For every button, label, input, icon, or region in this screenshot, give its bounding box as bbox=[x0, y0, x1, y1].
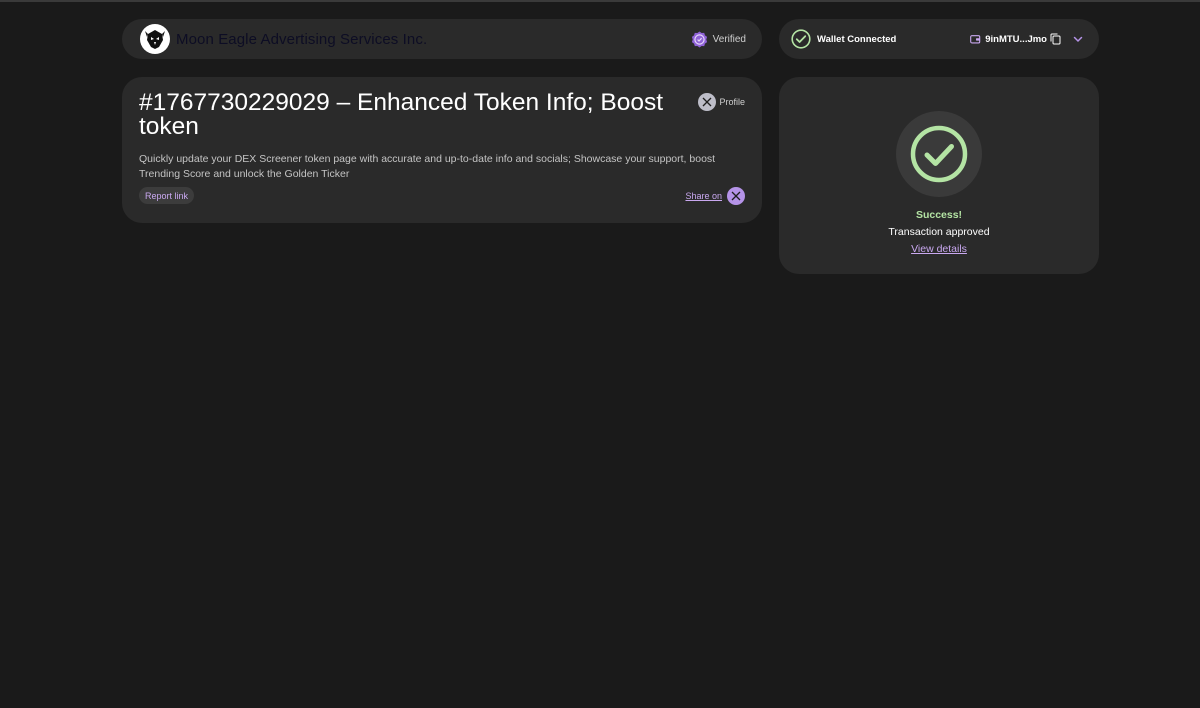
report-link-button[interactable]: Report link bbox=[139, 187, 195, 204]
merchant-name: Moon Eagle Advertising Services Inc. bbox=[176, 30, 428, 48]
status-title: Success! bbox=[915, 209, 963, 221]
profile-link[interactable]: Profile bbox=[698, 93, 745, 111]
merchant-header: Moon Eagle Advertising Services Inc. Ver… bbox=[122, 19, 762, 59]
verified-label: Verified bbox=[712, 33, 746, 45]
wallet-address: 9inMTU...Jmo bbox=[985, 33, 1047, 45]
check-circle-icon bbox=[791, 29, 811, 49]
check-circle-icon bbox=[910, 125, 968, 183]
order-title: #1767730229029 – Enhanced Token Info; Bo… bbox=[139, 89, 664, 140]
transaction-status-card: Success! Transaction approved View detai… bbox=[779, 77, 1099, 274]
status-subtitle: Transaction approved bbox=[888, 226, 990, 238]
eagle-logo-icon bbox=[140, 24, 170, 54]
wallet-header: Wallet Connected 9inMTU...Jmo bbox=[779, 19, 1099, 59]
share-link[interactable]: Share on bbox=[685, 191, 722, 201]
wallet-address-group[interactable]: 9inMTU...Jmo bbox=[970, 33, 1087, 45]
chevron-down-icon[interactable] bbox=[1073, 36, 1083, 43]
order-description: Quickly update your DEX Screener token p… bbox=[139, 153, 716, 180]
view-details-link[interactable]: View details bbox=[779, 243, 1099, 255]
copy-icon[interactable] bbox=[1050, 33, 1061, 45]
x-icon[interactable] bbox=[727, 187, 745, 205]
success-icon-container bbox=[896, 111, 982, 197]
wallet-icon bbox=[970, 35, 981, 44]
wallet-status-label: Wallet Connected bbox=[817, 33, 897, 45]
profile-label: Profile bbox=[719, 97, 745, 107]
verified-badge: Verified bbox=[691, 31, 746, 48]
window-top-border bbox=[0, 0, 1200, 2]
x-icon bbox=[698, 93, 717, 111]
order-card: #1767730229029 – Enhanced Token Info; Bo… bbox=[122, 77, 762, 223]
verified-badge-icon bbox=[691, 31, 707, 47]
share-group: Share on bbox=[685, 187, 745, 205]
